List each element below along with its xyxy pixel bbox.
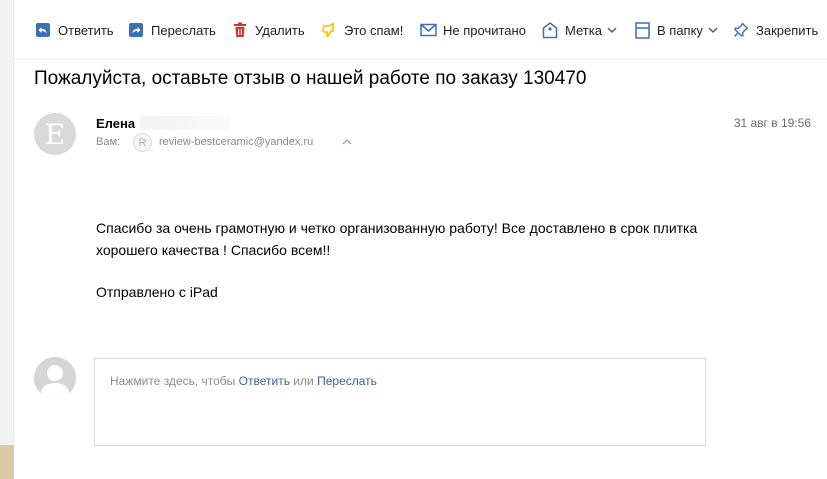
thumbs-down-icon xyxy=(320,21,338,39)
quick-reply-hint: Нажмите здесь, чтобы Ответить или Пересл… xyxy=(110,374,377,388)
reply-label: Ответить xyxy=(58,22,114,38)
chevron-up-icon[interactable] xyxy=(340,136,354,148)
message-body: Спасибо за очень грамотную и четко орган… xyxy=(96,217,776,261)
envelope-icon xyxy=(419,21,437,39)
message-signature: Отправлено с iPad xyxy=(96,284,218,300)
chevron-down-icon xyxy=(708,27,718,33)
label-dropdown-label: Метка xyxy=(565,22,602,38)
pin-label: Закрепить xyxy=(756,22,819,38)
delete-label: Удалить xyxy=(255,22,305,38)
user-silhouette-icon xyxy=(40,365,70,399)
message-toolbar: Ответить Переслать Удалить Это спам! Не … xyxy=(14,0,827,60)
forward-label: Переслать xyxy=(151,22,216,38)
pin-icon xyxy=(732,21,750,39)
mark-unread-label: Не прочитано xyxy=(443,22,526,38)
trash-icon xyxy=(231,21,249,39)
message-body-line: Спасибо за очень грамотную и четко орган… xyxy=(96,220,698,236)
spam-button[interactable]: Это спам! xyxy=(320,19,403,41)
recipient-email[interactable]: review-bestceramic@yandex.ru xyxy=(159,136,313,148)
label-dropdown[interactable]: Метка xyxy=(541,19,617,41)
quick-reply-hint-prefix: Нажмите здесь, чтобы xyxy=(110,374,236,388)
sender-avatar-initial: Е xyxy=(44,117,66,151)
sender-avatar[interactable]: Е xyxy=(34,113,76,155)
folder-icon xyxy=(633,21,651,39)
mark-unread-button[interactable]: Не прочитано xyxy=(419,19,526,41)
chevron-down-icon xyxy=(607,27,617,33)
spam-label: Это спам! xyxy=(344,22,404,38)
reply-button[interactable]: Ответить xyxy=(34,19,114,41)
message-date: 31 авг в 19:56 xyxy=(733,116,811,130)
delete-button[interactable]: Удалить xyxy=(231,19,305,41)
recipient-label: Вам: xyxy=(96,136,121,148)
left-panel-edge xyxy=(0,0,14,479)
quick-reply-link[interactable]: Ответить xyxy=(239,374,290,388)
quick-forward-link[interactable]: Переслать xyxy=(317,374,377,388)
quick-reply-box[interactable]: Нажмите здесь, чтобы Ответить или Пересл… xyxy=(94,358,706,446)
move-to-folder-dropdown[interactable]: В папку xyxy=(633,19,718,41)
recipient-avatar: R xyxy=(133,133,152,152)
move-to-folder-label: В папку xyxy=(657,22,703,38)
forward-icon xyxy=(127,21,145,39)
forward-button[interactable]: Переслать xyxy=(127,19,216,41)
user-avatar xyxy=(34,357,76,399)
sender-address-redacted xyxy=(140,116,230,130)
reply-icon xyxy=(34,21,52,39)
left-panel-corner xyxy=(0,445,14,479)
message-body-line: хорошего качества ! Спасибо всем!! xyxy=(96,242,331,258)
sender-name[interactable]: Елена xyxy=(96,116,135,131)
tag-icon xyxy=(541,21,559,39)
quick-reply-hint-or: или xyxy=(293,374,314,388)
message-subject: Пожалуйста, оставьте отзыв о нашей работ… xyxy=(34,68,587,89)
pin-button[interactable]: Закрепить xyxy=(732,19,818,41)
